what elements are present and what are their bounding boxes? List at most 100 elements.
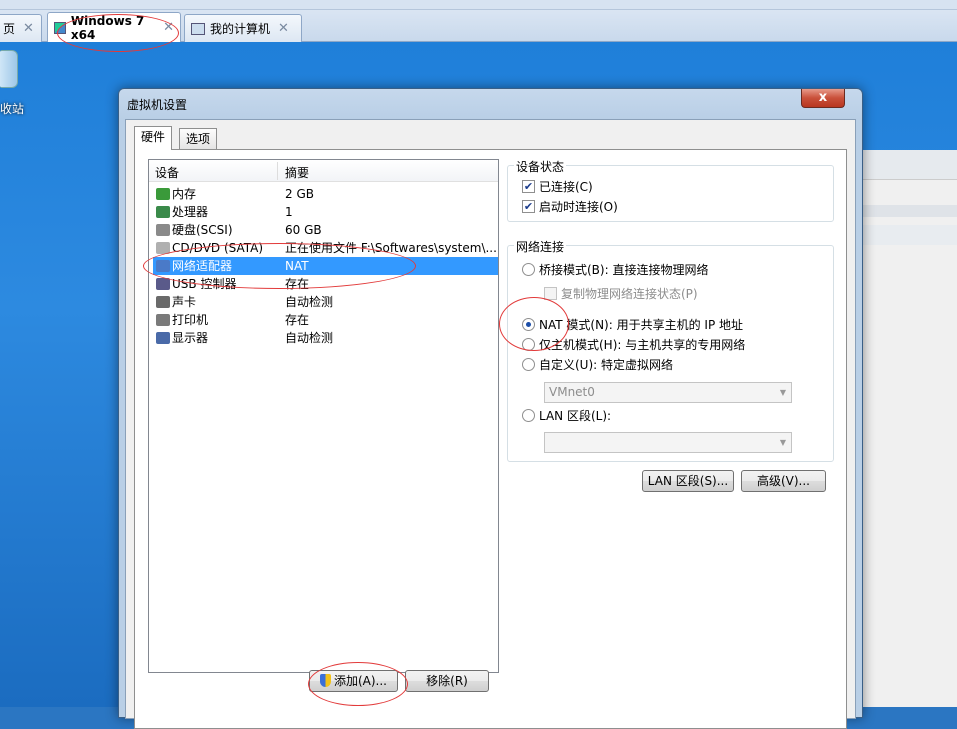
device-status-group: 设备状态 ✔ 已连接(C) ✔ 启动时连接(O) bbox=[507, 158, 834, 222]
radio-circle[interactable] bbox=[522, 358, 535, 371]
tab-label: 我的计算机 bbox=[210, 22, 271, 36]
dialog-client: 硬件 选项 设备 摘要 内存 2 GB 处理器 1 硬盘(SCSI) 60 GB CD/DV… bbox=[125, 119, 856, 729]
host-only-radio[interactable]: 仅主机模式(H): 与主机共享的专用网络 bbox=[522, 336, 745, 353]
computer-icon bbox=[191, 22, 205, 35]
lan-segments-button[interactable]: LAN 区段(S)... bbox=[642, 470, 734, 492]
processor-icon bbox=[156, 206, 170, 218]
device-name: 处理器 bbox=[172, 205, 209, 219]
sound-card-icon bbox=[156, 296, 170, 308]
tab-bar-top bbox=[0, 0, 957, 10]
bridged-radio[interactable]: 桥接模式(B): 直接连接物理网络 bbox=[522, 261, 708, 278]
hard-disk-icon bbox=[156, 224, 170, 236]
device-status-legend: 设备状态 bbox=[514, 158, 567, 175]
device-row[interactable]: 网络适配器 NAT bbox=[153, 257, 498, 275]
tab-home[interactable]: 页 ✕ bbox=[0, 14, 42, 42]
device-name: 硬盘(SCSI) bbox=[172, 223, 233, 237]
device-summary: 正在使用文件 F:\Softwares\system\... bbox=[285, 241, 497, 255]
add-button-label: 添加(A)... bbox=[333, 674, 388, 688]
radio-circle[interactable] bbox=[522, 409, 535, 422]
tab-windows7[interactable]: Windows 7 x64 ✕ bbox=[47, 12, 181, 42]
remove-button[interactable]: 移除(R) bbox=[405, 670, 489, 692]
add-button[interactable]: 添加(A)... bbox=[309, 670, 398, 692]
device-name: USB 控制器 bbox=[172, 277, 237, 291]
checkbox-box[interactable]: ✔ bbox=[522, 200, 535, 213]
device-name: 显示器 bbox=[172, 331, 209, 345]
column-device[interactable]: 设备 bbox=[155, 164, 179, 181]
device-name: 内存 bbox=[172, 187, 197, 201]
device-list-header: 设备 摘要 bbox=[149, 160, 498, 182]
tab-hardware[interactable]: 硬件 bbox=[134, 126, 173, 150]
close-icon[interactable]: ✕ bbox=[23, 21, 34, 36]
network-connection-group: 网络连接 桥接模式(B): 直接连接物理网络 复制物理网络连接状态(P) NAT… bbox=[507, 238, 834, 462]
connect-at-power-on-label: 启动时连接(O) bbox=[539, 200, 618, 214]
device-row[interactable]: 声卡 自动检测 bbox=[153, 293, 498, 311]
replicate-state-label: 复制物理网络连接状态(P) bbox=[561, 287, 698, 301]
device-summary: 1 bbox=[285, 205, 293, 219]
custom-network-select[interactable]: VMnet0 ▼ bbox=[544, 382, 792, 403]
lan-segment-select[interactable]: ▼ bbox=[544, 432, 792, 453]
tab-label: 页 bbox=[3, 22, 16, 36]
device-row[interactable]: 处理器 1 bbox=[153, 203, 498, 221]
device-name: CD/DVD (SATA) bbox=[172, 241, 264, 255]
close-button[interactable]: x bbox=[801, 89, 845, 108]
device-row[interactable]: 打印机 存在 bbox=[153, 311, 498, 329]
device-summary: 存在 bbox=[285, 277, 310, 291]
device-summary: 60 GB bbox=[285, 223, 322, 237]
connect-at-power-on-checkbox[interactable]: ✔ 启动时连接(O) bbox=[522, 198, 618, 215]
printer-icon bbox=[156, 314, 170, 326]
host-only-label: 仅主机模式(H): 与主机共享的专用网络 bbox=[539, 338, 746, 352]
replicate-state-checkbox[interactable]: 复制物理网络连接状态(P) bbox=[544, 285, 698, 302]
connected-checkbox[interactable]: ✔ 已连接(C) bbox=[522, 178, 593, 195]
tab-my-computer[interactable]: 我的计算机 ✕ bbox=[184, 14, 302, 42]
lan-segment-radio[interactable]: LAN 区段(L): bbox=[522, 407, 611, 424]
tab-bar: 页 ✕ Windows 7 x64 ✕ 我的计算机 ✕ bbox=[0, 0, 957, 42]
chevron-down-icon[interactable]: ▼ bbox=[780, 433, 786, 452]
tab-options[interactable]: 选项 bbox=[179, 128, 218, 149]
lan-segment-label: LAN 区段(L): bbox=[539, 409, 612, 423]
bridged-label: 桥接模式(B): 直接连接物理网络 bbox=[539, 263, 709, 277]
checkbox-box[interactable]: ✔ bbox=[522, 180, 535, 193]
device-summary: NAT bbox=[285, 259, 309, 273]
cd-dvd-icon bbox=[156, 242, 170, 254]
dialog-title: 虚拟机设置 bbox=[127, 98, 188, 112]
usb-icon bbox=[156, 278, 170, 290]
device-list[interactable]: 设备 摘要 内存 2 GB 处理器 1 硬盘(SCSI) 60 GB CD/DVD (SAT… bbox=[148, 159, 499, 673]
recycle-bin-label: 收站 bbox=[0, 102, 25, 116]
vm-settings-dialog: 虚拟机设置 x 硬件 选项 设备 摘要 内存 2 GB 处理器 1 硬盘(SCSI) 60… bbox=[118, 88, 863, 729]
device-row[interactable]: 硬盘(SCSI) 60 GB bbox=[153, 221, 498, 239]
chevron-down-icon[interactable]: ▼ bbox=[780, 383, 786, 402]
device-row[interactable]: 显示器 自动检测 bbox=[153, 329, 498, 347]
custom-network-value: VMnet0 bbox=[549, 385, 595, 399]
shield-icon bbox=[319, 674, 331, 687]
device-row[interactable]: 内存 2 GB bbox=[153, 185, 498, 203]
nat-label: NAT 模式(N): 用于共享主机的 IP 地址 bbox=[539, 318, 744, 332]
network-connection-legend: 网络连接 bbox=[514, 238, 567, 255]
radio-circle[interactable] bbox=[522, 263, 535, 276]
device-row[interactable]: CD/DVD (SATA) 正在使用文件 F:\Softwares\system\… bbox=[153, 239, 498, 257]
column-summary[interactable]: 摘要 bbox=[285, 164, 309, 181]
radio-circle[interactable] bbox=[522, 338, 535, 351]
custom-label: 自定义(U): 特定虚拟网络 bbox=[539, 358, 674, 372]
connected-label: 已连接(C) bbox=[539, 180, 593, 194]
background-window bbox=[862, 150, 957, 707]
device-summary: 自动检测 bbox=[285, 295, 334, 309]
tab-label: Windows 7 x64 bbox=[70, 13, 145, 42]
display-icon bbox=[156, 332, 170, 344]
device-summary: 2 GB bbox=[285, 187, 314, 201]
device-row[interactable]: USB 控制器 存在 bbox=[153, 275, 498, 293]
close-icon[interactable]: ✕ bbox=[278, 21, 289, 36]
device-summary: 存在 bbox=[285, 313, 310, 327]
memory-icon bbox=[156, 188, 170, 200]
close-icon[interactable]: ✕ bbox=[163, 20, 174, 35]
device-name: 网络适配器 bbox=[172, 259, 233, 273]
vm-icon bbox=[54, 21, 66, 34]
checkbox-box[interactable] bbox=[544, 287, 557, 300]
radio-circle[interactable] bbox=[522, 318, 535, 331]
nat-radio[interactable]: NAT 模式(N): 用于共享主机的 IP 地址 bbox=[522, 316, 743, 333]
device-name: 打印机 bbox=[172, 313, 209, 327]
custom-radio[interactable]: 自定义(U): 特定虚拟网络 bbox=[522, 356, 673, 373]
hardware-panel: 设备 摘要 内存 2 GB 处理器 1 硬盘(SCSI) 60 GB CD/DVD (SAT… bbox=[134, 149, 847, 729]
network-adapter-icon bbox=[156, 260, 170, 272]
advanced-button[interactable]: 高级(V)... bbox=[741, 470, 826, 492]
recycle-bin-icon[interactable] bbox=[0, 50, 22, 90]
